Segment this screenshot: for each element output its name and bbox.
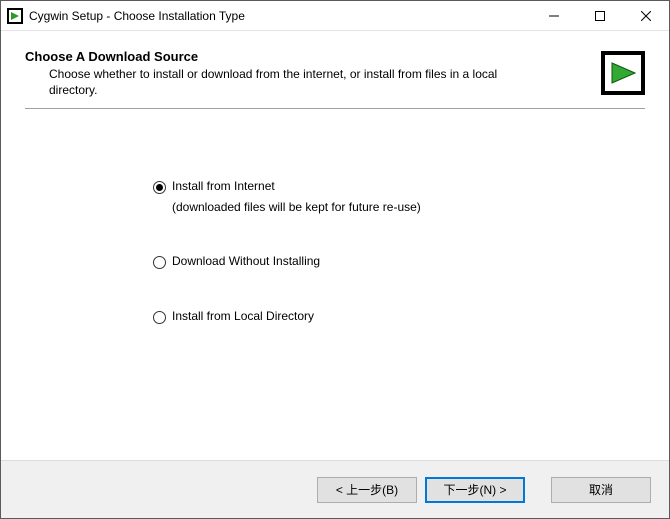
radio-icon[interactable] (153, 311, 166, 324)
titlebar: Cygwin Setup - Choose Installation Type (1, 1, 669, 31)
radio-icon[interactable] (153, 256, 166, 269)
minimize-button[interactable] (531, 1, 577, 30)
option-download-without-installing[interactable]: Download Without Installing (153, 254, 645, 269)
page-heading: Choose A Download Source (25, 49, 593, 64)
radio-icon[interactable] (153, 181, 166, 194)
cancel-button[interactable]: 取消 (551, 477, 651, 503)
back-button[interactable]: < 上一步(B) (317, 477, 417, 503)
header-text: Choose A Download Source Choose whether … (25, 49, 593, 98)
option-label: Install from Internet (172, 179, 275, 193)
option-install-from-local-directory[interactable]: Install from Local Directory (153, 309, 645, 324)
option-label: Download Without Installing (172, 254, 320, 268)
option-sublabel: (downloaded files will be kept for futur… (172, 200, 421, 214)
cygwin-logo-icon (601, 51, 645, 95)
option-label: Install from Local Directory (172, 309, 314, 323)
window-controls (531, 1, 669, 30)
body-area: Choose A Download Source Choose whether … (1, 31, 669, 460)
setup-window: Cygwin Setup - Choose Installation Type … (0, 0, 670, 519)
option-install-from-internet[interactable]: Install from Internet (downloaded files … (153, 179, 645, 214)
page-subheading: Choose whether to install or download fr… (25, 66, 505, 98)
app-icon (7, 8, 23, 24)
close-button[interactable] (623, 1, 669, 30)
wizard-footer: < 上一步(B) 下一步(N) > 取消 (1, 460, 669, 518)
download-source-options: Install from Internet (downloaded files … (25, 109, 645, 460)
window-title: Cygwin Setup - Choose Installation Type (29, 9, 531, 23)
maximize-button[interactable] (577, 1, 623, 30)
next-button[interactable]: 下一步(N) > (425, 477, 525, 503)
header-section: Choose A Download Source Choose whether … (25, 49, 645, 108)
